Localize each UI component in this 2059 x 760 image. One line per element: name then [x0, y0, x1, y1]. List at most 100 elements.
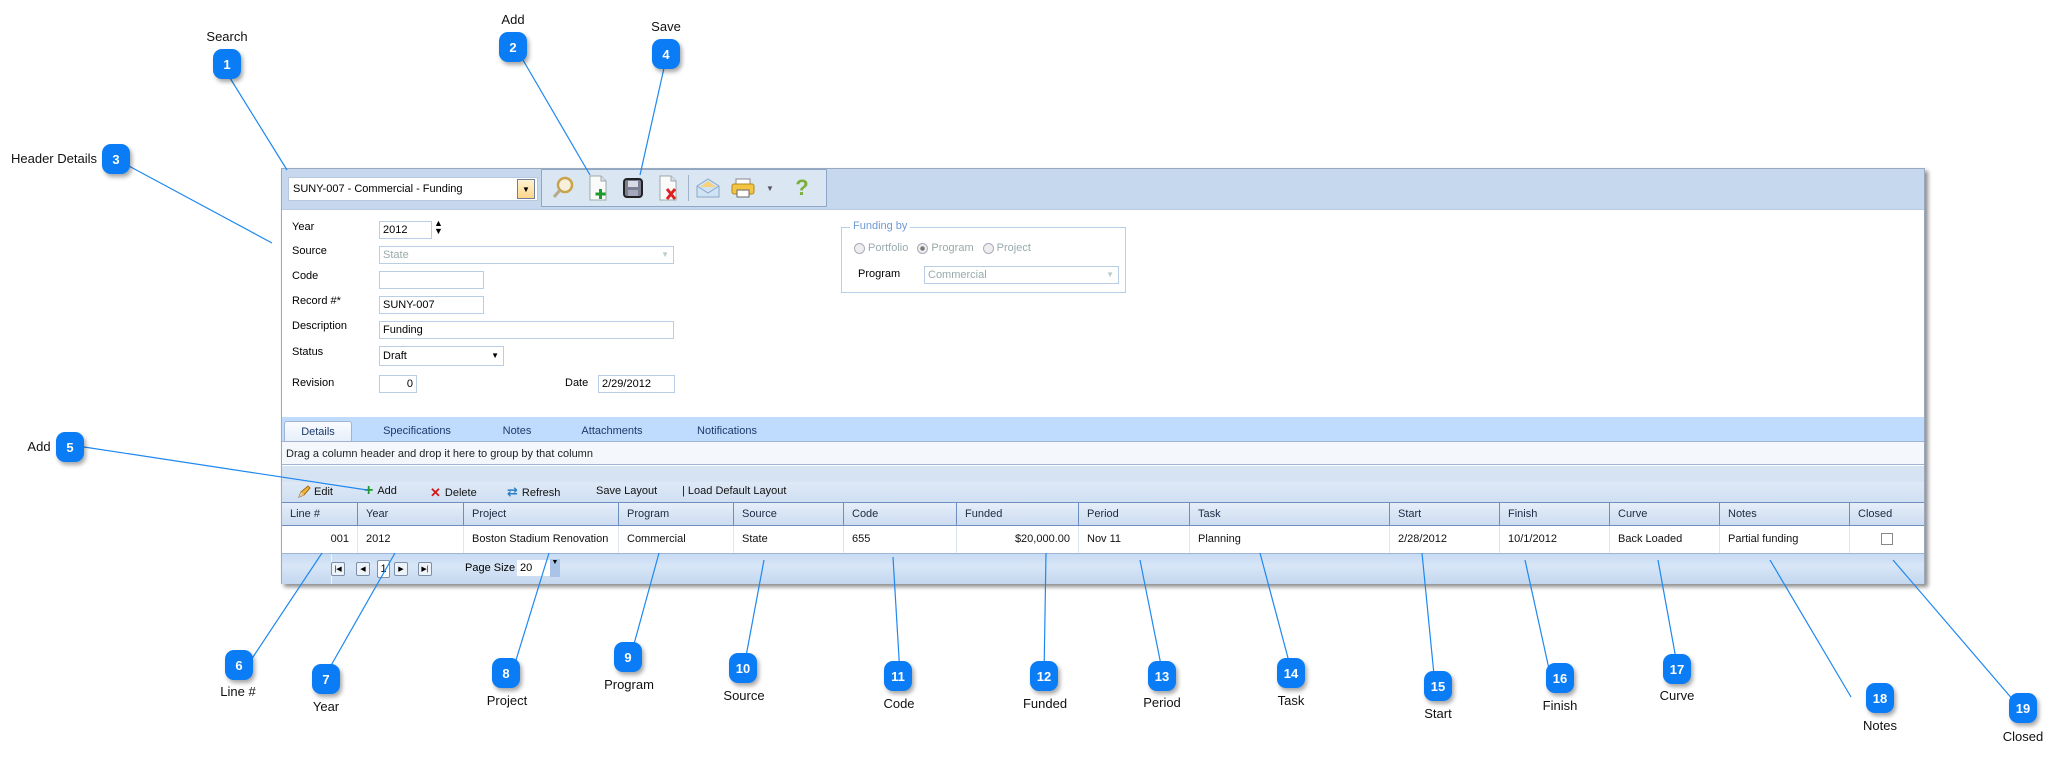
column-header-year[interactable]: Year	[358, 503, 464, 525]
refresh-icon: ⇄	[507, 485, 518, 500]
print-options-dropdown[interactable]: ▼	[763, 173, 777, 203]
action-toolbar: ▼ ?	[541, 169, 827, 207]
chevron-down-icon: ▼	[1106, 270, 1114, 279]
table-row[interactable]: 001 2012 Boston Stadium Renovation Comme…	[282, 526, 1924, 553]
status-label: Status	[292, 346, 324, 358]
tab-notifications[interactable]: Notifications	[672, 421, 782, 441]
cell-task: Planning	[1190, 526, 1390, 553]
column-header-curve[interactable]: Curve	[1610, 503, 1720, 525]
cell-curve: Back Loaded	[1610, 526, 1720, 553]
funding-by-legend: Funding by	[850, 220, 911, 232]
tab-notes[interactable]: Notes	[482, 421, 552, 441]
description-input[interactable]: Funding	[379, 321, 674, 339]
callout-label-line: Line #	[220, 684, 256, 699]
search-dropdown-button[interactable]: ▼	[517, 179, 535, 199]
chevron-down-icon: ▼	[491, 351, 499, 360]
pencil-icon	[298, 485, 311, 498]
callout-label-grid-add: Add	[27, 439, 51, 454]
cell-start: 2/28/2012	[1390, 526, 1500, 553]
help-button[interactable]: ?	[787, 173, 817, 203]
code-input[interactable]	[379, 271, 484, 289]
radio-program[interactable]: Program	[917, 242, 974, 254]
cell-closed	[1850, 526, 1924, 553]
grid-header-row: Line # Year Project Program Source Code …	[282, 502, 1924, 526]
tab-attachments[interactable]: Attachments	[562, 421, 662, 441]
last-page-button[interactable]: ▶|	[418, 562, 432, 576]
column-header-funded[interactable]: Funded	[957, 503, 1079, 525]
column-header-period[interactable]: Period	[1079, 503, 1190, 525]
grid-delete-button[interactable]: ✕ Delete	[430, 485, 477, 501]
column-header-finish[interactable]: Finish	[1500, 503, 1610, 525]
program-select[interactable]: Commercial ▼	[924, 266, 1119, 284]
save-button[interactable]	[618, 173, 648, 203]
callout-badge-14: 14	[1277, 658, 1305, 688]
column-header-source[interactable]: Source	[734, 503, 844, 525]
column-header-line[interactable]: Line #	[282, 503, 358, 525]
print-button[interactable]	[728, 173, 758, 203]
year-input[interactable]: 2012	[379, 221, 432, 239]
status-select[interactable]: Draft ▼	[379, 346, 504, 366]
date-input[interactable]: 2/29/2012	[598, 375, 675, 393]
current-page[interactable]: 1	[377, 560, 390, 578]
radio-project[interactable]: Project	[982, 242, 1031, 254]
cell-line: 001	[282, 526, 358, 553]
callout-badge-2: 2	[499, 32, 527, 62]
plus-icon: +	[364, 482, 374, 499]
column-header-task[interactable]: Task	[1190, 503, 1390, 525]
callout-badge-1: 1	[213, 49, 241, 79]
add-record-button[interactable]	[583, 173, 613, 203]
save-icon	[623, 178, 643, 198]
funding-by-radios: Portfolio Program Project	[854, 242, 1037, 257]
callout-badge-17: 17	[1663, 654, 1691, 684]
callout-label-finish: Finish	[1542, 698, 1578, 713]
previous-page-button[interactable]: ◀	[356, 562, 370, 576]
refresh-button[interactable]: ⇄ Refresh	[507, 485, 560, 500]
record-search-combobox[interactable]: SUNY-007 - Commercial - Funding ▼	[288, 177, 538, 201]
column-header-start[interactable]: Start	[1390, 503, 1500, 525]
funding-by-group: Funding by Portfolio Program Project Pro…	[841, 220, 1126, 293]
edit-button[interactable]: Edit	[297, 485, 333, 499]
group-by-drop-area[interactable]: Drag a column header and drop it here to…	[282, 441, 1924, 465]
next-page-button[interactable]: ▶	[394, 562, 408, 576]
callout-badge-13: 13	[1148, 661, 1176, 691]
grid-add-button[interactable]: + Add	[364, 482, 397, 499]
program-label: Program	[858, 268, 901, 280]
callout-badge-12: 12	[1030, 661, 1058, 691]
callout-label-source: Source	[723, 688, 765, 703]
column-header-program[interactable]: Program	[619, 503, 734, 525]
source-select[interactable]: State ▼	[379, 246, 674, 264]
year-spinner[interactable]: ▲ ▼	[434, 219, 443, 236]
delete-record-button[interactable]	[653, 173, 683, 203]
callout-badge-10: 10	[729, 653, 757, 683]
column-header-code[interactable]: Code	[844, 503, 957, 525]
tab-specifications[interactable]: Specifications	[362, 421, 472, 441]
callout-label-notes: Notes	[1863, 718, 1897, 733]
revision-input[interactable]: 0	[379, 375, 417, 393]
tab-details[interactable]: Details	[284, 421, 352, 442]
callout-label-closed: Closed	[2002, 729, 2044, 744]
source-value: State	[383, 249, 409, 261]
load-default-layout-button[interactable]: | Load Default Layout	[682, 485, 786, 497]
record-number-input[interactable]: SUNY-007	[379, 296, 484, 314]
save-layout-button[interactable]: Save Layout	[596, 485, 657, 497]
column-header-project[interactable]: Project	[464, 503, 619, 525]
radio-portfolio[interactable]: Portfolio	[854, 242, 908, 254]
cell-program: Commercial	[619, 526, 734, 553]
closed-checkbox[interactable]	[1881, 533, 1893, 545]
funding-panel: SUNY-007 - Commercial - Funding ▼ ▼ ? Ye…	[281, 168, 1925, 584]
search-icon	[552, 176, 574, 198]
first-page-button[interactable]: |◀	[331, 562, 345, 576]
page-size-label: Page Size	[465, 562, 516, 574]
callout-label-task: Task	[1277, 693, 1305, 708]
callout-badge-11: 11	[884, 661, 912, 691]
record-number-label: Record #*	[292, 295, 341, 307]
cell-finish: 10/1/2012	[1500, 526, 1610, 553]
dropdown-arrow-icon: ▼	[766, 183, 774, 193]
page-size-dropdown[interactable]: ▼	[550, 559, 560, 577]
column-header-closed[interactable]: Closed	[1850, 503, 1924, 525]
email-button[interactable]	[693, 173, 723, 203]
code-label: Code	[292, 270, 319, 282]
column-header-notes[interactable]: Notes	[1720, 503, 1850, 525]
page-size-input[interactable]: 20	[517, 560, 550, 576]
search-button[interactable]	[548, 173, 578, 203]
